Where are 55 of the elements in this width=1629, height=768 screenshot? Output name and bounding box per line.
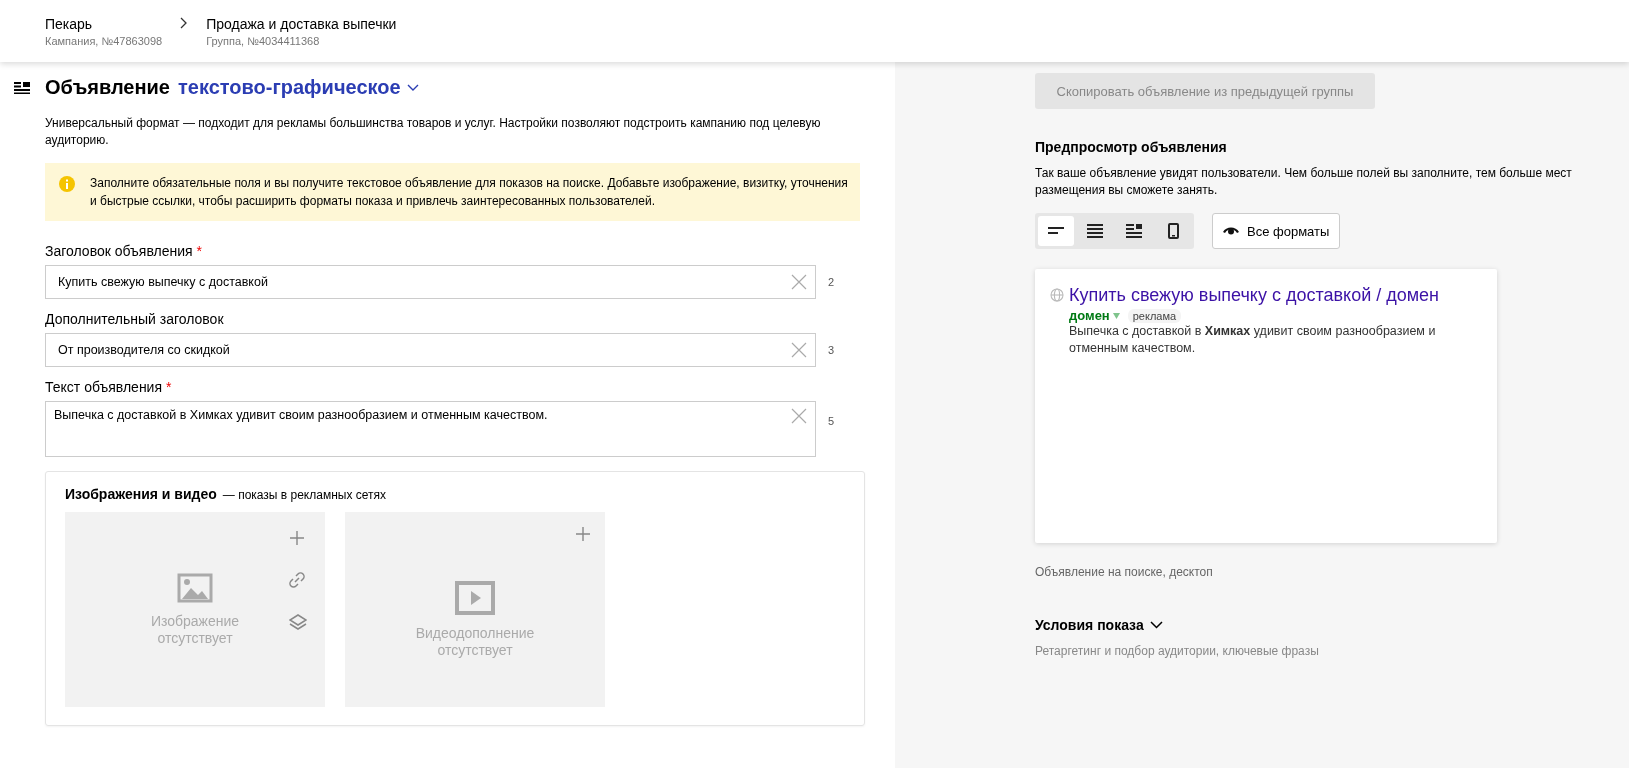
- char-counter: 2: [828, 276, 835, 288]
- chevron-right-icon: [180, 17, 189, 29]
- link-icon[interactable]: [289, 572, 305, 588]
- preview-title: Предпросмотр объявления: [1035, 139, 1228, 155]
- empty-video-text: Видеодополнение отсутствует: [414, 624, 536, 659]
- preview-description: Так ваше объявление увидят пользователи. Чем больше полей вы заполните, тем больше мест размещения вы сможете занять.: [1035, 165, 1573, 199]
- input-field[interactable]: От производителя со скидкой: [45, 333, 816, 367]
- add-icon[interactable]: [575, 526, 591, 542]
- media-subtitle: — показы в рекламных сетях: [222, 488, 387, 502]
- char-counter: 5: [828, 415, 835, 427]
- ad-headline-link[interactable]: Купить свежую выпечку с доставкой / домен: [1069, 285, 1440, 306]
- conditions-subtitle: Ретаргетинг и подбор аудитории, ключевые фразы: [1035, 644, 1320, 658]
- field-label: Дополнительный заголовок: [45, 311, 224, 327]
- breadcrumb-link[interactable]: Пекарь: [45, 15, 163, 32]
- clear-icon[interactable]: [791, 274, 807, 290]
- ad-type-dropdown[interactable]: текстово-графическое: [178, 76, 419, 99]
- notice-text: Заполните обязательные поля и вы получите текстовое объявление для показов на поиске. Добавьте изображение, визитку, уточнения и быстрые ссылки, чтобы расширить форматы показа и привлечь заинтересованных пользователей.: [90, 176, 848, 208]
- chevron-down-icon: [1149, 621, 1163, 629]
- eye-icon: [1223, 226, 1239, 236]
- text-area[interactable]: Выпечка с доставкой в Химках удивит своим разнообразием и отменным качеством.: [45, 401, 816, 457]
- all-formats-button[interactable]: Все форматы: [1212, 213, 1341, 249]
- required-mark: *: [166, 379, 172, 395]
- globe-icon: [1050, 288, 1064, 302]
- char-counter: 3: [828, 344, 835, 356]
- image-icon: [177, 572, 213, 603]
- ad-label: реклама: [1127, 308, 1182, 323]
- ad-title: Объявление: [45, 76, 170, 99]
- required-mark: *: [196, 243, 203, 259]
- format-description: Универсальный формат — подходит для рекламы большинства товаров и услуг. Настройки позволяют подстроить кампанию под целевую аудиторию.: [45, 115, 822, 149]
- empty-image-text: Изображение отсутствует: [149, 612, 241, 647]
- domain-link[interactable]: домен: [1069, 308, 1110, 323]
- media-title: Изображения и видео: [65, 486, 217, 502]
- add-icon[interactable]: [289, 530, 305, 546]
- text-lines-icon: [1087, 224, 1103, 238]
- conditions-toggle[interactable]: Условия показа: [1035, 617, 1163, 633]
- ad-text: Выпечка с доставкой в Химках удивит своим разнообразием и отменным качеством.: [1069, 323, 1437, 357]
- layers-icon[interactable]: [289, 614, 307, 630]
- breadcrumb-link[interactable]: Продажа и доставка выпечки: [206, 15, 397, 32]
- info-icon: [59, 176, 75, 192]
- clear-icon[interactable]: [791, 342, 807, 358]
- triangle-icon: [1112, 312, 1120, 319]
- input-field[interactable]: Купить свежую выпечку с доставкой: [45, 265, 816, 299]
- preview-caption: Объявление на поиске, десктоп: [1035, 565, 1214, 579]
- video-icon: [455, 580, 495, 615]
- menu-icon[interactable]: [14, 81, 30, 94]
- caret-icon: [406, 83, 419, 92]
- text-image-icon: [1126, 224, 1142, 238]
- clear-icon[interactable]: [791, 408, 807, 424]
- text-lines-icon: [1048, 226, 1064, 236]
- format-tab[interactable]: [1038, 216, 1074, 246]
- phone-icon: [1167, 223, 1179, 239]
- breadcrumb-subtitle: Кампания, №47863098: [45, 34, 163, 47]
- field-label: Заголовок объявления: [45, 243, 193, 259]
- breadcrumb-subtitle: Группа, №4034411368: [206, 34, 321, 47]
- field-label: Текст объявления: [45, 379, 162, 395]
